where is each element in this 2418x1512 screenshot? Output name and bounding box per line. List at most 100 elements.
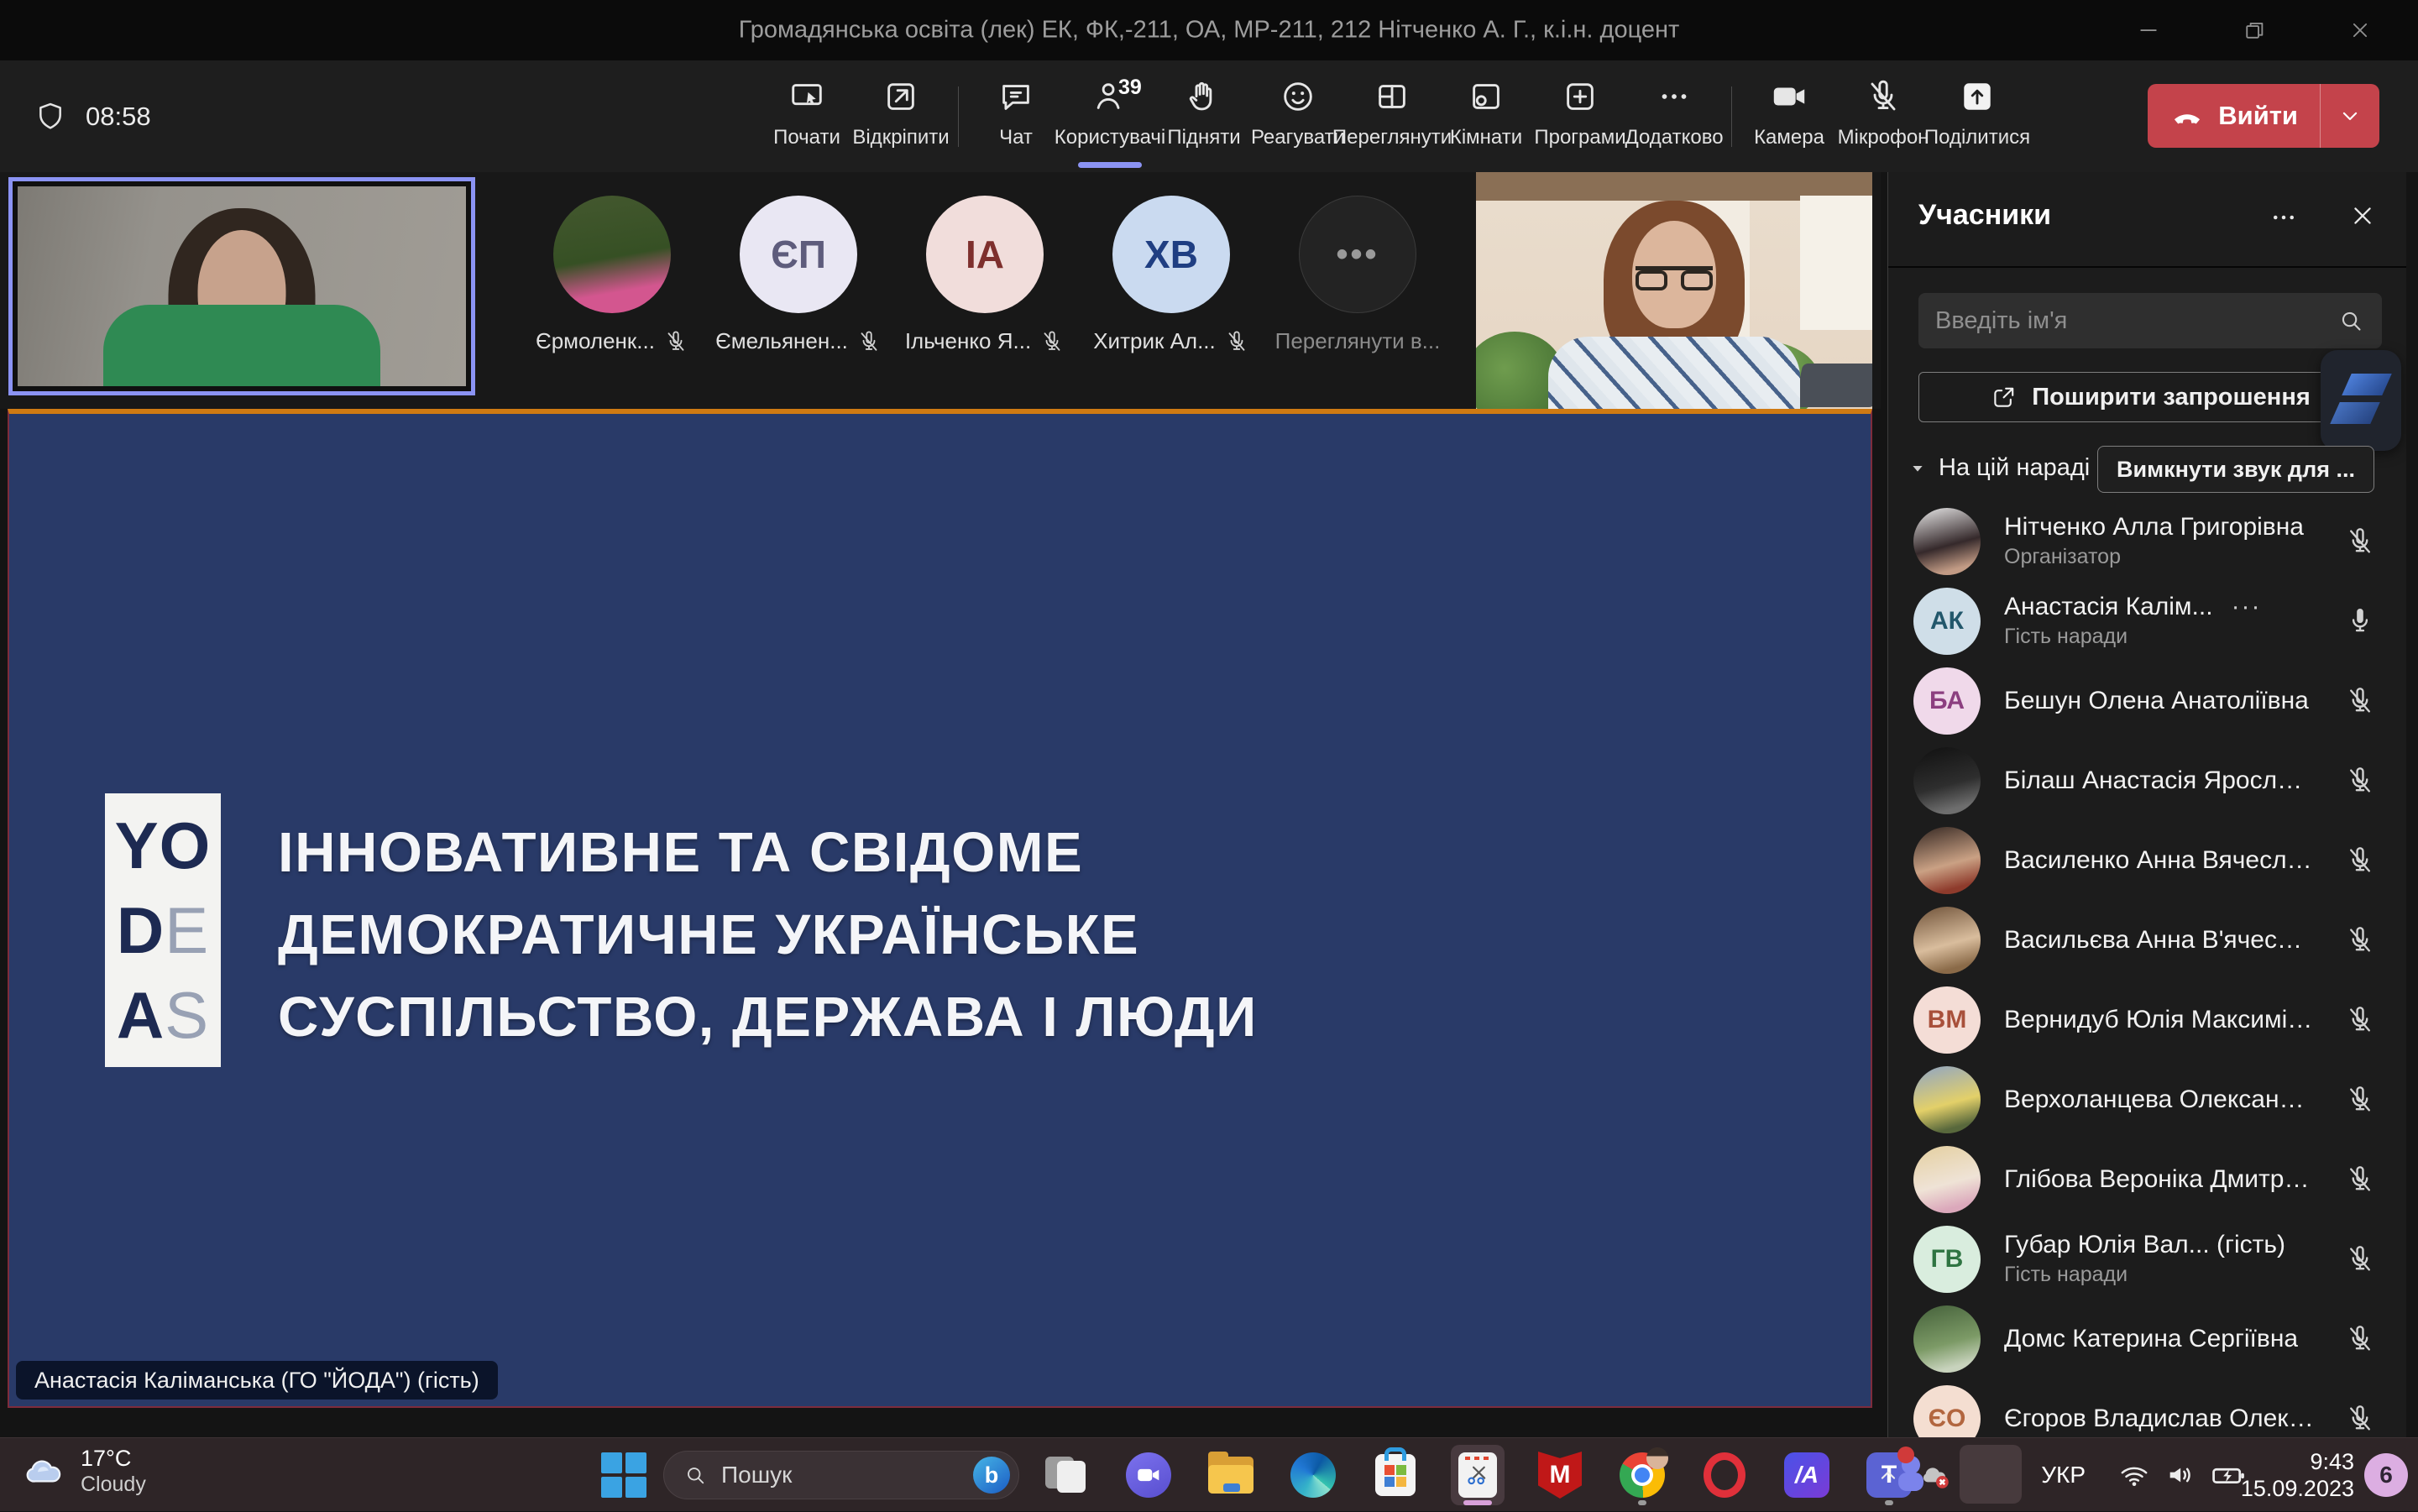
weather-temp: 17°C — [81, 1445, 146, 1472]
participant-tile-1[interactable]: Єрмоленк... — [519, 196, 705, 354]
toolbar-button-label: Підняти — [1167, 126, 1240, 149]
mic-off-icon[interactable] — [2344, 1004, 2376, 1036]
mic-off-icon[interactable] — [2344, 845, 2376, 876]
participant-row[interactable]: ГВГубар Юлія Вал... (гість)Гість наради — [1888, 1219, 2406, 1299]
mic-off-icon — [856, 329, 882, 354]
toolbar-button-переглянути[interactable]: Переглянути — [1345, 64, 1439, 170]
participant-row[interactable]: АКАнастасія Калім...···Гість наради — [1888, 581, 2406, 661]
volume-icon[interactable] — [2164, 1458, 2198, 1492]
chrome-icon[interactable] — [1615, 1445, 1669, 1505]
toolbar-button-кімнати[interactable]: Кімнати — [1439, 64, 1533, 170]
participant-list: Нітченко Алла ГригорівнаОрганізаторАКАна… — [1888, 501, 2406, 1437]
running-indicator — [1638, 1500, 1646, 1505]
raise-hand-icon — [1185, 77, 1223, 116]
share-invite-button[interactable]: Поширити запрошення — [1918, 372, 2382, 422]
participant-search-input[interactable]: Введіть ім'я — [1918, 293, 2382, 348]
restore-icon[interactable] — [2242, 18, 2267, 43]
toolbar-button-підняти[interactable]: Підняти — [1157, 64, 1251, 170]
mic-off-icon[interactable] — [2344, 685, 2376, 717]
toolbar-button-мікрофон[interactable]: Мікрофон — [1836, 64, 1930, 170]
participant-row[interactable]: Глібова Вероніка Дмитрівна — [1888, 1139, 2406, 1219]
close-icon[interactable] — [2347, 18, 2373, 43]
panel-more-icon[interactable] — [2269, 202, 2299, 233]
participant-row[interactable]: БАБешун Олена Анатоліївна — [1888, 661, 2406, 740]
video-app-icon[interactable] — [1122, 1445, 1175, 1505]
onedrive-error-icon[interactable] — [1918, 1457, 1953, 1493]
clock-widget[interactable]: 9:43 15.09.2023 — [2241, 1448, 2354, 1502]
participant-tile-4[interactable]: ХВХитрик Ал... — [1078, 196, 1264, 354]
row-more-icon[interactable]: ··· — [2232, 593, 2262, 621]
participant-name-text: Єгоров Владислав Олександро... — [2004, 1405, 2314, 1433]
mic-off-icon[interactable] — [2344, 1243, 2376, 1275]
mic-off-icon[interactable] — [2344, 1164, 2376, 1195]
participant-row[interactable]: ЄОЄгоров Владислав Олександро... — [1888, 1379, 2406, 1437]
edge-browser-icon[interactable] — [1286, 1445, 1340, 1505]
participant-name-text: Анастасія Калім... — [2004, 593, 2213, 621]
toolbar-button-чат[interactable]: Чат — [969, 64, 1063, 170]
toolbar-button-програми[interactable]: Програми — [1533, 64, 1627, 170]
participant-row[interactable]: Білаш Анастасія Ярославівна — [1888, 740, 2406, 820]
participant-row[interactable]: Верхоланцева Олександра Дм... — [1888, 1059, 2406, 1139]
toolbar-button-камера[interactable]: Камера — [1742, 64, 1836, 170]
participant-tile-3[interactable]: ІАІльченко Я... — [892, 196, 1078, 354]
toolbar-button-відкріпити[interactable]: Відкріпити — [854, 64, 948, 170]
minimize-icon[interactable] — [2136, 18, 2161, 43]
screen-capture-overlay-icon[interactable] — [2321, 350, 2401, 451]
participant-avatar-initials: ГВ — [1913, 1226, 1981, 1293]
mic-off-icon — [1974, 1457, 2007, 1491]
mic-off-icon[interactable] — [2344, 1084, 2376, 1116]
taskbar-search[interactable]: Пошук b — [663, 1451, 1019, 1499]
title-bar: Громадянська освіта (лек) ЕК, ФК,-211, О… — [0, 0, 2418, 60]
panel-close-icon[interactable] — [2347, 201, 2378, 231]
file-explorer-icon[interactable] — [1204, 1445, 1258, 1505]
mic-off-icon[interactable] — [2344, 1323, 2376, 1355]
tray-mic-muted-chip[interactable] — [1960, 1445, 2022, 1504]
tile-name-text: Єрмоленк... — [536, 328, 655, 354]
participant-name: Вернидуб Юлія Максимівна — [2004, 1006, 2314, 1034]
mic-off-icon[interactable] — [2344, 1403, 2376, 1435]
toolbar-button-поділитися[interactable]: Поділитися — [1930, 64, 2024, 170]
participant-row[interactable]: Нітченко Алла ГригорівнаОрганізатор — [1888, 501, 2406, 581]
participant-row[interactable]: ВМВернидуб Юлія Максимівна — [1888, 980, 2406, 1059]
participant-tile-2[interactable]: ЄПЄмельянен... — [705, 196, 892, 354]
teacher-video-tile[interactable] — [1476, 172, 1872, 409]
toolbar-button-користувачі[interactable]: 39Користувачі — [1063, 64, 1157, 170]
toolbar-button-label: Поділитися — [1924, 126, 2030, 149]
wifi-icon[interactable] — [2117, 1458, 2151, 1492]
mic-off-icon[interactable] — [2344, 526, 2376, 557]
participant-row[interactable]: Василенко Анна Вячеславівна — [1888, 820, 2406, 900]
toolbar-button-реагувати[interactable]: Реагувати — [1251, 64, 1345, 170]
mic-off-icon — [1864, 77, 1902, 116]
mic-off-icon[interactable] — [2344, 924, 2376, 956]
mute-all-button[interactable]: Вимкнути звук для ... — [2097, 446, 2374, 493]
tile-name-text: Ємельянен... — [715, 328, 848, 354]
opera-icon[interactable] — [1698, 1445, 1751, 1505]
language-indicator[interactable]: УКР — [2041, 1462, 2086, 1488]
participant-row[interactable]: Домс Катерина Сергіївна — [1888, 1299, 2406, 1379]
leave-options-dropdown[interactable] — [2320, 84, 2379, 148]
toolbar-divider — [1731, 86, 1732, 147]
ma-app-icon[interactable]: /A — [1780, 1445, 1834, 1505]
start-button[interactable] — [601, 1452, 646, 1498]
shared-screen: YO DE AS ІННОВАТИВНЕ ТА СВІДОМЕ ДЕМОКРАТ… — [8, 409, 1872, 1408]
participant-role: Гість наради — [2004, 1263, 2314, 1287]
participant-row[interactable]: Васильєва Анна В'ячеславівна — [1888, 900, 2406, 980]
task-view-icon[interactable] — [1039, 1445, 1093, 1505]
toolbar-button-додатково[interactable]: Додатково — [1627, 64, 1721, 170]
mic-on-icon[interactable] — [2344, 605, 2376, 637]
snipping-tool-icon[interactable] — [1451, 1445, 1505, 1505]
caret-down-icon[interactable] — [1907, 458, 1929, 479]
weather-widget[interactable]: 17°C Cloudy — [22, 1445, 146, 1497]
apps-add-icon — [1561, 77, 1599, 116]
participant-tile-5[interactable]: •••Переглянути в... — [1264, 196, 1451, 354]
leave-button[interactable]: Вийти — [2148, 84, 2379, 148]
mic-off-icon — [1224, 329, 1249, 354]
participant-avatar-row: Єрмоленк... ЄПЄмельянен...ІАІльченко Я...… — [519, 196, 1451, 354]
notification-count-badge[interactable]: 6 — [2364, 1453, 2408, 1497]
mic-off-icon[interactable] — [2344, 765, 2376, 797]
mcafee-icon[interactable]: M — [1533, 1445, 1587, 1505]
active-speaker-tile[interactable] — [8, 177, 475, 395]
tray-expand-icon[interactable] — [1874, 1461, 1902, 1489]
toolbar-button-почати[interactable]: Почати — [760, 64, 854, 170]
microsoft-store-icon[interactable] — [1369, 1445, 1422, 1505]
